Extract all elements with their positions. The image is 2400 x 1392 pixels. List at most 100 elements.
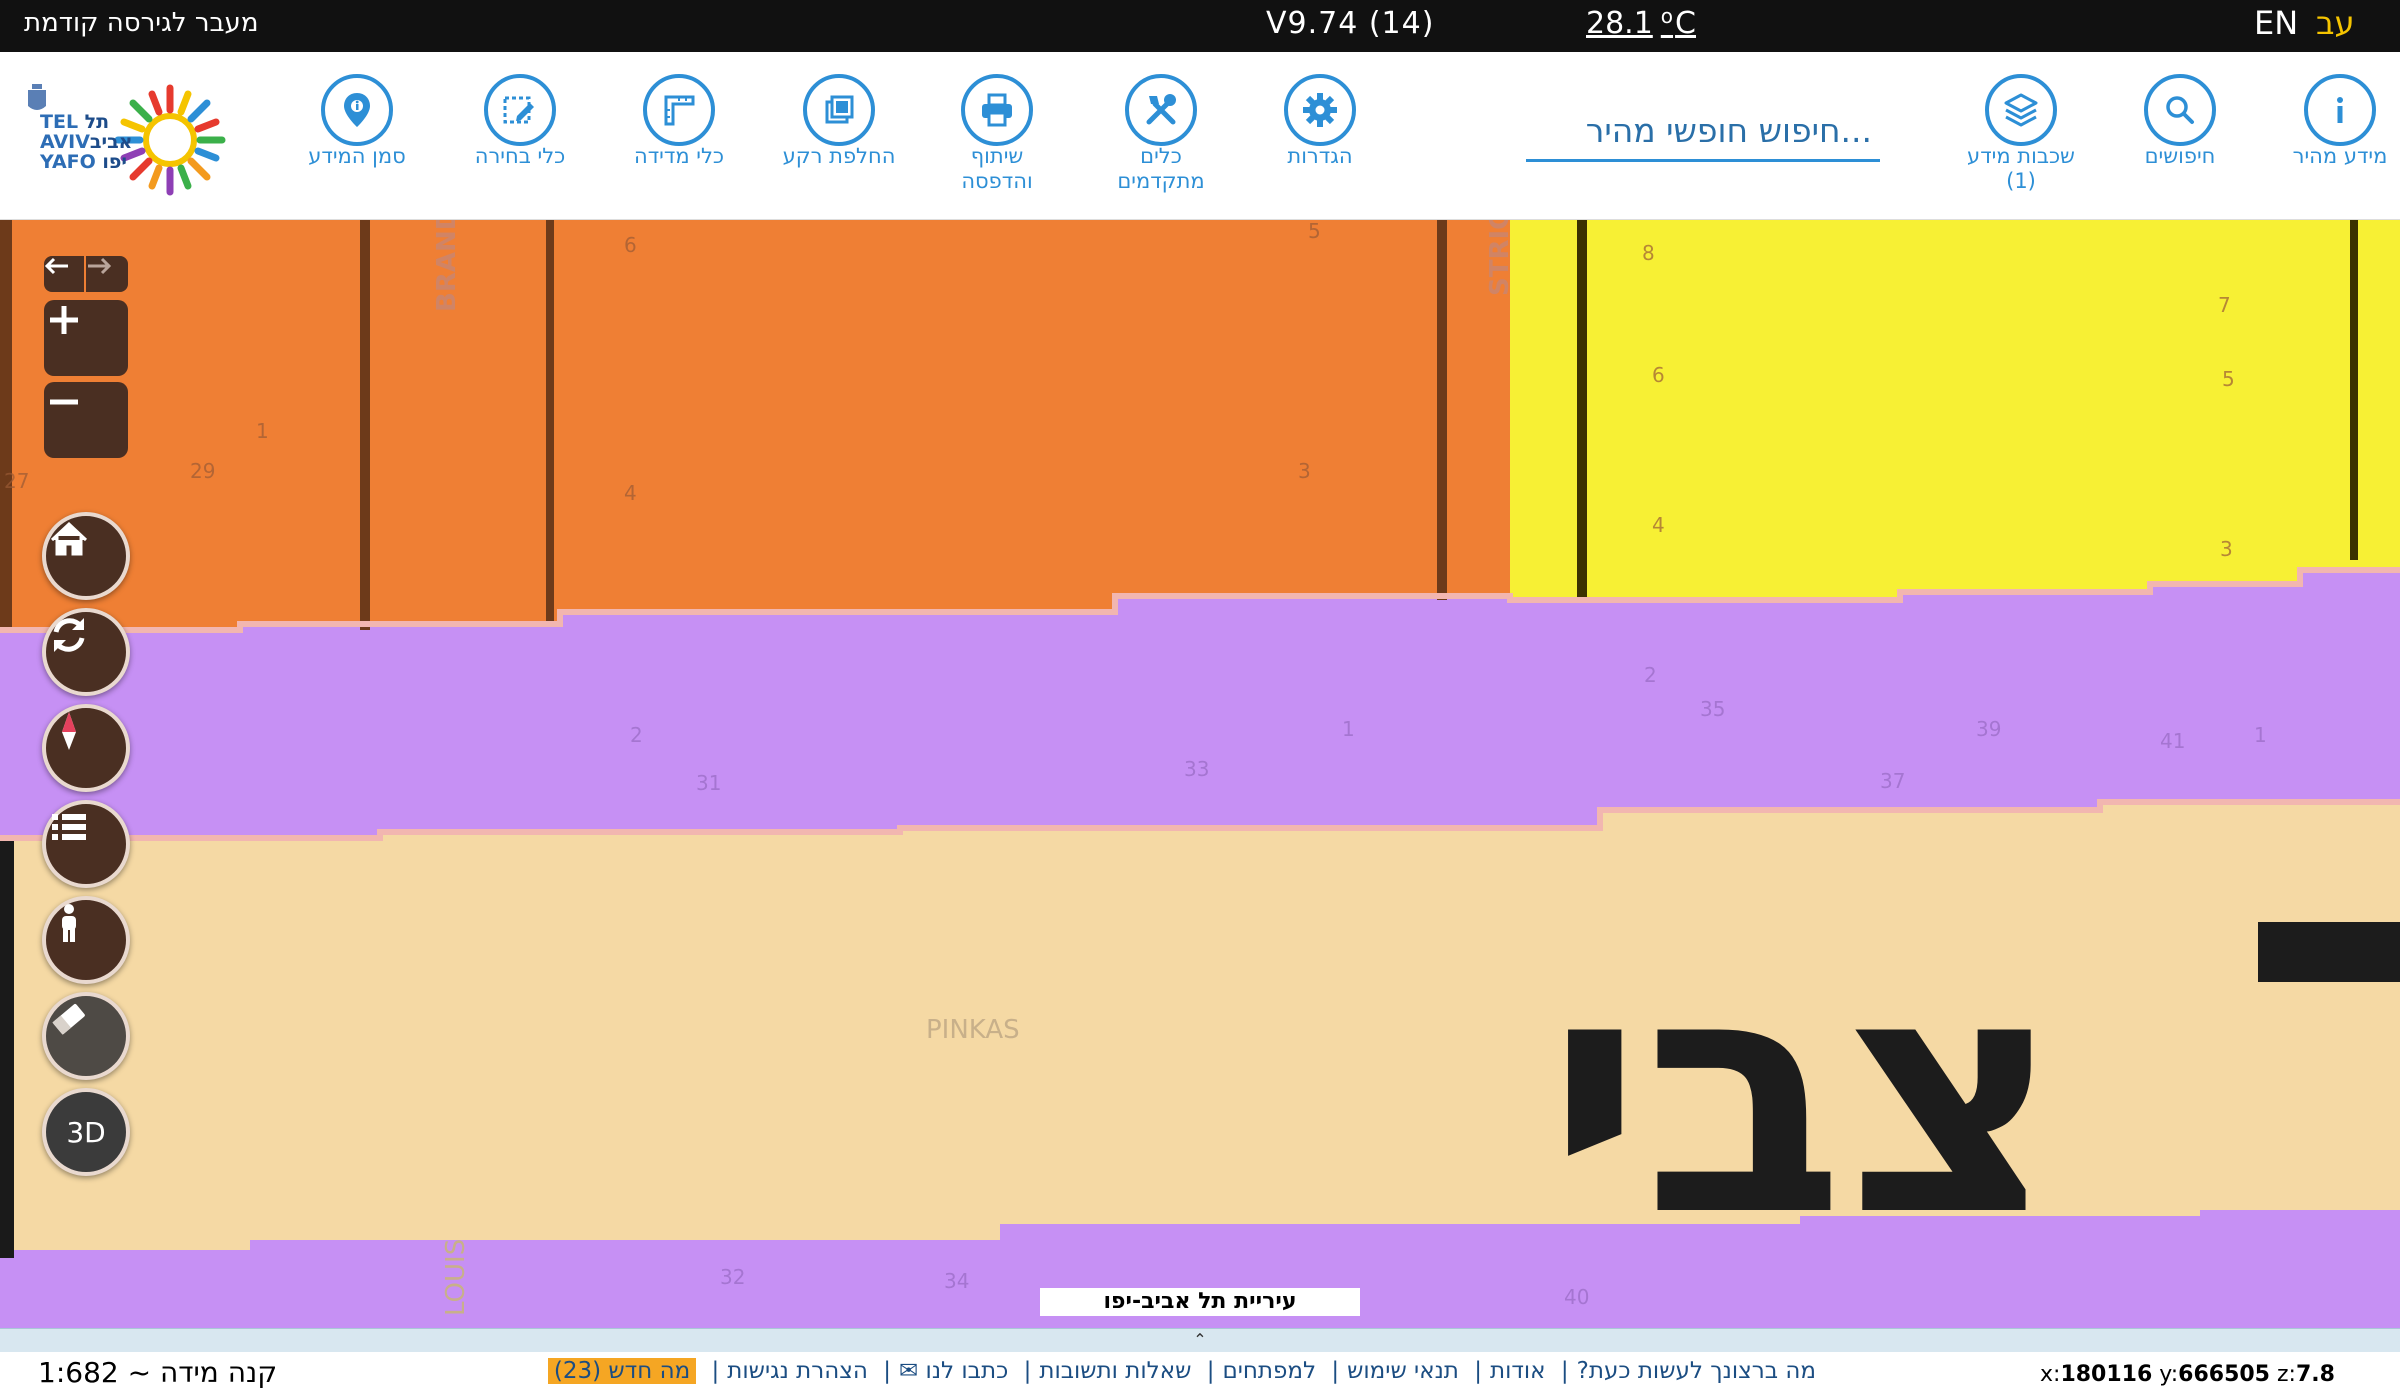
coordinates-readout: x:180116 y:666505 z:7.8	[2040, 1362, 2335, 1387]
panel-resize-handle[interactable]: ⌃	[0, 1328, 2400, 1352]
layers-icon	[2004, 93, 2038, 127]
street-label-stric: STRIC	[1485, 220, 1515, 296]
home-button[interactable]	[42, 512, 130, 600]
resize-arrows-icon: ⌃	[1193, 1330, 1207, 1349]
temperature-link[interactable]: 28.1 oC	[1586, 4, 1696, 41]
coord-z: 7.8	[2295, 1362, 2335, 1387]
parcel-number: 4	[1652, 513, 1665, 537]
parcel-number: 5	[2222, 367, 2235, 391]
coord-y: 666505	[2178, 1362, 2270, 1387]
tool-share-print[interactable]: שיתוף והדפסה	[922, 74, 1072, 194]
view-3d-button[interactable]: 3D	[42, 1088, 130, 1176]
compass-button[interactable]	[42, 704, 130, 792]
tool-settings[interactable]: הגדרות	[1245, 74, 1395, 169]
tool-label: החלפת רקע	[782, 144, 896, 168]
home-icon	[50, 521, 88, 556]
layers-swap-icon	[825, 95, 854, 124]
parcel-number: 32	[720, 1265, 745, 1289]
logo-text-aviv: AVIVאביב	[40, 131, 133, 153]
parcel-number: 6	[624, 233, 637, 257]
tool-quick-info[interactable]: מידע מהיר	[2265, 74, 2400, 169]
map-credit: עיריית תל אביב-יפו	[1040, 1288, 1360, 1316]
parcel-number: 27	[4, 469, 29, 493]
street-label-pinkas: PINKAS	[926, 1015, 1020, 1045]
tool-label: כלי בחירה	[474, 144, 566, 168]
search-icon	[2166, 96, 2194, 124]
logo-text-yafo: YAFO יפו	[40, 151, 128, 173]
footer-link-faq[interactable]: שאלות ותשובות	[1039, 1358, 1191, 1384]
footer-links: מה ברצונך לעשות כעת?| אודות| תנאי שימוש|…	[547, 1358, 1820, 1384]
footer-link-what-to-do[interactable]: מה ברצונך לעשות כעת?	[1577, 1358, 1816, 1384]
tool-basemap[interactable]: החלפת רקע	[764, 74, 914, 169]
footer-link-accessibility[interactable]: הצהרת נגישות	[727, 1358, 868, 1384]
street-view-button[interactable]	[42, 896, 130, 984]
info-icon	[2337, 97, 2343, 123]
parcel-number: 33	[1184, 757, 1209, 781]
tool-measure[interactable]: כלי מדידה	[604, 74, 754, 169]
arrow-left-icon	[44, 257, 68, 275]
tool-advanced[interactable]: כלים מתקדמים	[1086, 74, 1236, 194]
parcel-number: 8	[1642, 241, 1655, 265]
parcel-number: 1	[256, 419, 269, 443]
footer-link-terms[interactable]: תנאי שימוש	[1347, 1358, 1459, 1384]
tools-icon	[1146, 94, 1176, 125]
parcel-number: 41	[2160, 729, 2185, 753]
clear-button[interactable]	[42, 992, 130, 1080]
tool-label: כלי מדידה	[633, 144, 725, 168]
parcel-number: 3	[2220, 537, 2233, 561]
compass-icon	[62, 712, 76, 750]
tool-label: סמן המידע	[308, 144, 406, 168]
temperature-unit: C	[1675, 6, 1696, 41]
language-en-button[interactable]: EN	[2254, 4, 2298, 42]
tool-layers[interactable]: שכבות מידע (1)	[1946, 74, 2096, 194]
plus-icon	[50, 306, 78, 334]
zoom-in-button[interactable]	[44, 300, 128, 376]
tool-label: כלים מתקדמים	[1117, 144, 1205, 193]
degree-icon: o	[1660, 4, 1674, 28]
eraser-icon	[52, 1004, 85, 1035]
quick-search-input[interactable]	[1526, 102, 1880, 159]
whats-new-badge[interactable]: מה חדש (23)	[547, 1358, 697, 1384]
logo-text-tel: TEL תל	[40, 111, 110, 133]
parcel-number: 7	[2218, 293, 2231, 317]
tool-selection[interactable]: כלי בחירה	[445, 74, 595, 169]
zoom-out-button[interactable]	[44, 382, 128, 458]
parcel-number: 4	[624, 481, 637, 505]
parcel-number: 40	[1564, 1285, 1589, 1309]
street-label-louis: LOUIS	[441, 1239, 471, 1316]
map-canvas[interactable]: BRAND STRIC PINKAS LOUIS צבי 6 5 8 7 1 2…	[0, 220, 2400, 1328]
street-name-large: צבי	[1546, 904, 2060, 1288]
parcel-number: 6	[1652, 363, 1665, 387]
footer-bar: קנה מידה ~ 1:682 מה ברצונך לעשות כעת?| א…	[0, 1352, 2400, 1392]
map-tiles: BRAND STRIC PINKAS LOUIS צבי 6 5 8 7 1 2…	[0, 220, 2400, 1316]
location-pin-icon	[344, 93, 370, 127]
parcel-number: 5	[1308, 220, 1321, 243]
pegman-icon	[62, 904, 76, 942]
tel-aviv-logo[interactable]: TEL תל AVIVאביב YAFO יפו	[20, 78, 250, 198]
refresh-button[interactable]	[42, 608, 130, 696]
version-label: V9.74 (14)	[1266, 6, 1435, 41]
top-bar: מעבר לגירסה קודמת V9.74 (14) 28.1 oC EN ע…	[0, 0, 2400, 52]
footer-link-developers[interactable]: למפתחים	[1222, 1358, 1316, 1384]
history-back-button[interactable]	[44, 256, 84, 292]
parcel-number: 1	[1342, 717, 1355, 741]
tool-searches[interactable]: חיפושים	[2105, 74, 2255, 169]
minus-icon	[50, 399, 78, 405]
legend-list-button[interactable]	[42, 800, 130, 888]
ruler-icon	[664, 95, 695, 126]
previous-version-link[interactable]: מעבר לגירסה קודמת	[24, 8, 258, 38]
parcel-number: 1	[2254, 723, 2267, 747]
main-toolbar: TEL תל AVIVאביב YAFO יפו סמן המידע כלי ב…	[0, 52, 2400, 220]
footer-link-about[interactable]: אודות	[1490, 1358, 1546, 1384]
street-label-brand: BRAND	[432, 220, 462, 312]
parcel-number: 2	[630, 723, 643, 747]
pencil-select-icon	[503, 96, 534, 124]
tool-mark-info[interactable]: סמן המידע	[282, 74, 432, 169]
arrow-right-icon	[88, 257, 112, 275]
footer-link-contact[interactable]: כתבו לנו ✉	[899, 1358, 1008, 1384]
tool-label: מידע מהיר	[2292, 144, 2388, 168]
history-forward-button[interactable]	[86, 256, 128, 292]
language-he-button[interactable]: עב	[2316, 4, 2355, 42]
parcel-number: 34	[944, 1269, 969, 1293]
parcel-number: 39	[1976, 717, 2001, 741]
